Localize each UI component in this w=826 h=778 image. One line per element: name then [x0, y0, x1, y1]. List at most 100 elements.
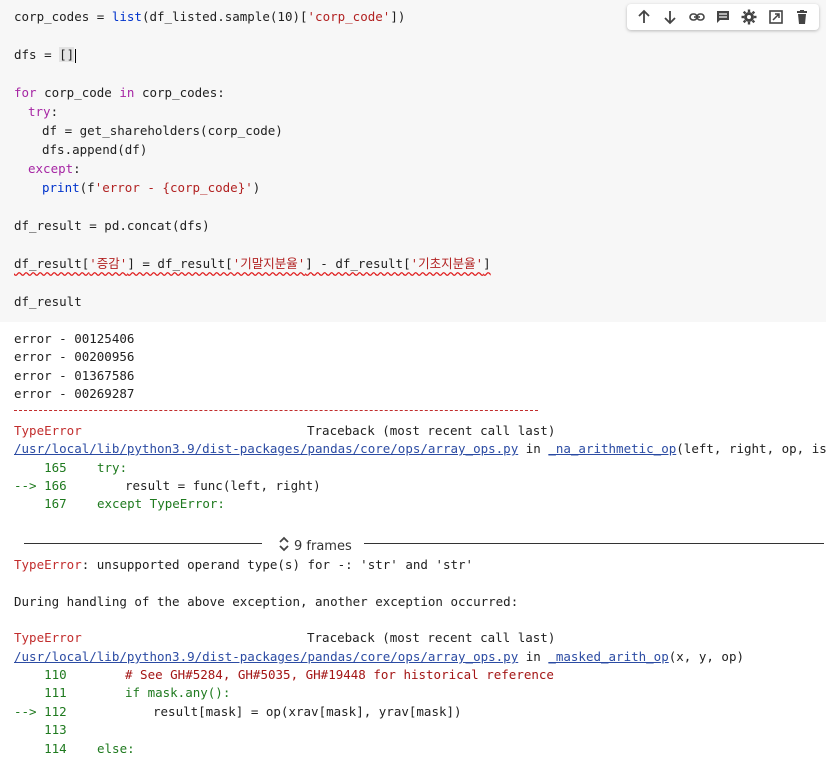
code-line-10[interactable]: df_result['증감'] = df_result['기말지분율'] - d… [14, 255, 491, 273]
code-token: ] = df_result[ [127, 256, 233, 271]
code-token: 'corp_code' [307, 9, 391, 24]
code-line-11[interactable]: df_result [14, 293, 82, 311]
code-line-9[interactable]: df_result = pd.concat(dfs) [14, 217, 210, 235]
comment-icon[interactable] [712, 6, 734, 28]
line-number: --> 112 [14, 704, 67, 719]
code-text: if mask.any(): [125, 685, 231, 700]
code-token: [] [59, 47, 75, 62]
arrow-up-icon[interactable] [633, 6, 655, 28]
traceback-code-line: --> 166 result = func(left, right) [14, 477, 321, 495]
function-args: (left, right, op, is_cmp) [676, 441, 826, 456]
source-file-link[interactable]: /usr/local/lib/python3.9/dist-packages/p… [14, 441, 518, 456]
output-error-line: error - 01367586 [14, 368, 135, 383]
code-token: corp_codes = [14, 9, 112, 24]
traceback-title: Traceback (most recent call last) [307, 630, 556, 645]
code-token: ] [483, 256, 491, 271]
traceback-code-line: 110 # See GH#5284, GH#5035, GH#19448 for … [14, 666, 554, 684]
frames-toggle[interactable]: 9 frames [278, 535, 352, 557]
traceback-code-line: 165 try: [14, 459, 127, 477]
code-text: result = func(left, right) [125, 478, 321, 493]
function-link[interactable]: _masked_arith_op [548, 649, 668, 664]
code-text: # See GH#5284, GH#5035, GH#19448 for his… [125, 667, 554, 682]
in-text: in [518, 649, 549, 664]
code-line-2[interactable]: dfs = [] [14, 46, 77, 64]
traceback-code-line: 111 if mask.any(): [14, 684, 230, 702]
code-token: df_result[ [14, 256, 90, 271]
text-cursor [75, 48, 77, 63]
code-token: list [111, 9, 142, 24]
line-number: --> 166 [14, 478, 67, 493]
error-text: : unsupported operand type(s) for -: 'st… [81, 557, 474, 572]
code-cell[interactable]: corp_codes = list(df_listed.sample(10)['… [0, 0, 826, 322]
error-message: TypeError: unsupported operand type(s) f… [14, 556, 473, 574]
arrow-down-icon[interactable] [659, 6, 681, 28]
line-number: 165 [14, 460, 67, 475]
code-token: try [28, 104, 51, 119]
code-text: try: [97, 460, 128, 475]
in-text: in [518, 441, 549, 456]
traceback-header: TypeError Traceback (most recent call las… [14, 422, 555, 440]
source-file-link[interactable]: /usr/local/lib/python3.9/dist-packages/p… [14, 649, 518, 664]
code-line-5[interactable]: df = get_shareholders(corp_code) [42, 122, 283, 140]
code-line-7[interactable]: except: [28, 160, 81, 178]
code-token: : [50, 104, 59, 119]
frames-rule-right [364, 543, 824, 544]
code-line-8[interactable]: print(f'error - {corp_code}') [42, 179, 260, 197]
code-token: corp_code [36, 85, 120, 100]
error-type: TypeError [14, 557, 82, 572]
line-number: 111 [14, 685, 67, 700]
frames-rule-left [24, 543, 262, 544]
code-line-1[interactable]: corp_codes = list(df_listed.sample(10)['… [14, 8, 405, 26]
code-token: dfs = [14, 47, 60, 62]
code-text: except TypeError: [97, 496, 225, 511]
code-token: '기초지분율' [410, 256, 484, 271]
error-type: TypeError [14, 423, 82, 438]
line-number: 167 [14, 496, 67, 511]
code-token: ]) [390, 9, 406, 24]
function-args: (x, y, op) [668, 649, 745, 664]
traceback-code-line: 167 except TypeError: [14, 495, 225, 513]
code-token: (df_listed.sample(10)[ [141, 9, 308, 24]
line-number: 110 [14, 667, 67, 682]
code-token: '기말지분율' [232, 256, 306, 271]
error-type: TypeError [14, 630, 82, 645]
code-line-4[interactable]: try: [28, 103, 58, 121]
code-token: in [119, 85, 135, 100]
code-text: result[mask] = op(xrav[mask], yrav[mask]… [153, 704, 462, 719]
trash-icon[interactable] [791, 6, 813, 28]
traceback-code-line: 113 [14, 721, 67, 739]
code-text: else: [97, 741, 135, 756]
code-token: except [28, 161, 74, 176]
line-number: 114 [14, 741, 67, 756]
expand-collapse-icon [278, 535, 290, 557]
code-token: corp_codes: [134, 85, 225, 100]
traceback-code-line: 114 else: [14, 740, 135, 758]
traceback-title: Traceback (most recent call last) [307, 423, 556, 438]
mirror-cell-icon[interactable] [765, 6, 787, 28]
traceback-divider [14, 410, 538, 411]
collapsed-frames[interactable]: 9 frames [0, 533, 826, 555]
traceback-location: /usr/local/lib/python3.9/dist-packages/p… [14, 648, 744, 666]
output-error-line: error - 00200956 [14, 349, 135, 364]
gear-icon[interactable] [738, 6, 760, 28]
code-token: ] - df_result[ [305, 256, 411, 271]
code-token: '증감' [89, 256, 128, 271]
function-link[interactable]: _na_arithmetic_op [548, 441, 676, 456]
code-line-3[interactable]: for corp_code in corp_codes: [14, 84, 225, 102]
code-token: ) [252, 180, 261, 195]
cell-toolbar [627, 4, 819, 30]
output-error-line: error - 00125406 [14, 331, 135, 346]
frames-label: 9 frames [294, 538, 352, 554]
line-number: 113 [14, 722, 67, 737]
output-error-line: error - 00269287 [14, 386, 135, 401]
code-token: 'error - {corp_code}' [94, 180, 253, 195]
link-icon[interactable] [686, 6, 708, 28]
code-token: (f [79, 180, 95, 195]
during-handling-text: During handling of the above exception, … [14, 594, 519, 609]
code-token: : [73, 161, 81, 176]
traceback-header: TypeError Traceback (most recent call las… [14, 629, 555, 647]
code-token: for [14, 85, 37, 100]
traceback-location: /usr/local/lib/python3.9/dist-packages/p… [14, 440, 826, 458]
code-token: print [42, 180, 80, 195]
code-line-6[interactable]: dfs.append(df) [42, 141, 147, 159]
